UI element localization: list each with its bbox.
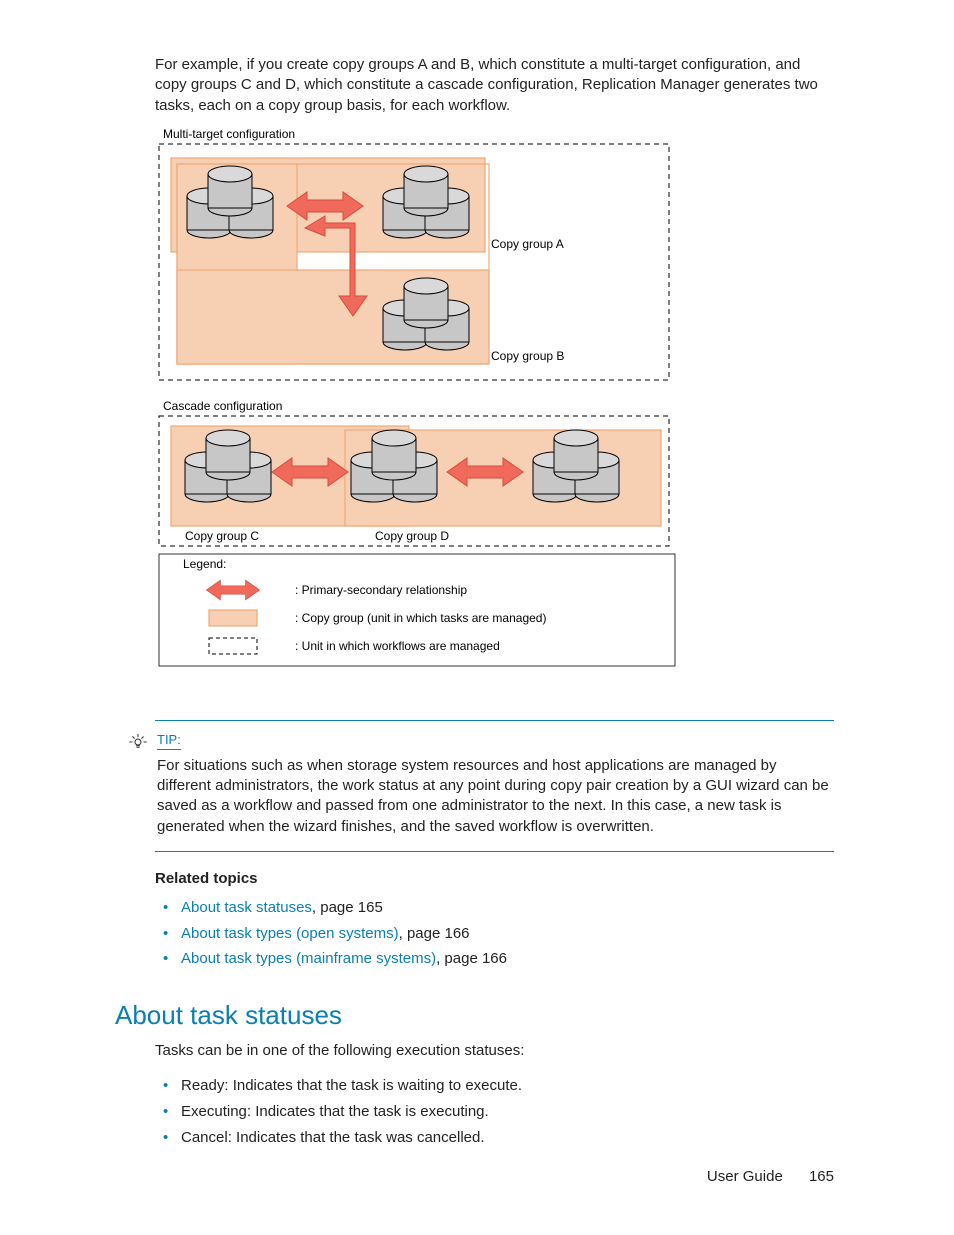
legend-arrow-label: : Primary-secondary relationship xyxy=(295,583,467,597)
copy-group-d-label: Copy group D xyxy=(375,529,449,543)
footer-doc-title: User Guide xyxy=(707,1168,783,1185)
status-list: Ready: Indicates that the task is waitin… xyxy=(155,1073,834,1150)
section-intro: Tasks can be in one of the following exe… xyxy=(155,1041,834,1061)
list-item: Ready: Indicates that the task is waitin… xyxy=(177,1073,834,1099)
related-link[interactable]: About task types (mainframe systems) xyxy=(181,950,436,967)
list-item: About task types (mainframe systems), pa… xyxy=(177,946,834,972)
related-topics-list: About task statuses, page 165 About task… xyxy=(155,895,834,972)
copy-group-c-label: Copy group C xyxy=(185,529,259,543)
legend-dashed-label: : Unit in which workflows are managed xyxy=(295,639,500,653)
legend-solid-label: : Copy group (unit in which tasks are ma… xyxy=(295,611,546,625)
tip-icon xyxy=(127,731,149,751)
related-link[interactable]: About task statuses xyxy=(181,899,312,916)
related-link-suffix: , page 166 xyxy=(436,950,507,967)
configuration-diagram: Multi-target configuration Copy group A … xyxy=(155,128,834,698)
tip-label: TIP: xyxy=(157,732,181,750)
page-footer: User Guide 165 xyxy=(707,1168,834,1185)
copy-group-b-label: Copy group B xyxy=(491,349,564,363)
list-item: About task types (open systems), page 16… xyxy=(177,921,834,947)
list-item: Executing: Indicates that the task is ex… xyxy=(177,1099,834,1125)
related-link[interactable]: About task types (open systems) xyxy=(181,925,399,942)
footer-page-number: 165 xyxy=(809,1168,834,1185)
tip-block: TIP: For situations such as when storage… xyxy=(155,720,834,852)
cascade-title: Cascade configuration xyxy=(163,399,282,413)
copy-group-a-label: Copy group A xyxy=(491,237,564,251)
intro-paragraph: For example, if you create copy groups A… xyxy=(155,55,834,116)
legend-title: Legend: xyxy=(183,557,226,571)
list-item: Cancel: Indicates that the task was canc… xyxy=(177,1125,834,1151)
related-link-suffix: , page 166 xyxy=(399,925,470,942)
related-link-suffix: , page 165 xyxy=(312,899,383,916)
list-item: About task statuses, page 165 xyxy=(177,895,834,921)
section-heading-about-task-statuses: About task statuses xyxy=(115,1000,834,1031)
related-topics-heading: Related topics xyxy=(155,870,834,887)
multi-target-title: Multi-target configuration xyxy=(163,128,295,141)
tip-body: For situations such as when storage syst… xyxy=(157,756,834,837)
